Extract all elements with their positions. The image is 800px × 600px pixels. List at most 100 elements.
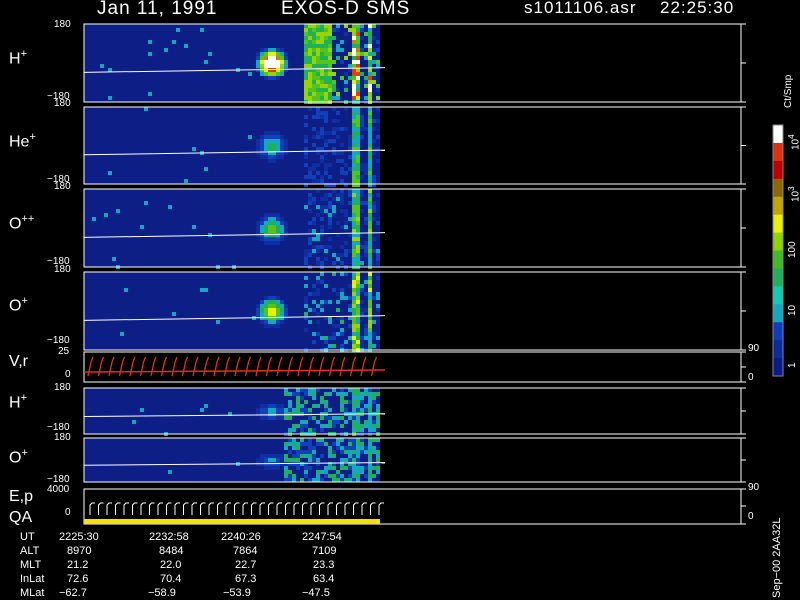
spectrogram-cell (320, 60, 324, 64)
spectrogram-cell (304, 296, 308, 300)
spectrogram-cell (356, 292, 360, 296)
spectrogram-cell (272, 48, 276, 52)
spectrogram-cell (320, 40, 324, 44)
velocity-sawtooth (286, 356, 294, 377)
spectrogram-cell (264, 296, 268, 300)
spectrogram-cell (356, 80, 360, 84)
spectrogram-cell (356, 241, 360, 245)
spectrogram-cell (356, 261, 360, 265)
spectrogram-cell (344, 272, 348, 276)
spectrogram-cell (324, 404, 328, 408)
spectrogram-cell (356, 229, 360, 233)
spectrogram-cell (312, 52, 316, 56)
spectrogram-cell (352, 300, 356, 304)
spectrogram-cell (316, 474, 320, 478)
ytick-top: 180 (54, 432, 71, 443)
spectrogram-cell (108, 96, 112, 100)
ephem-row-name: InLat (20, 573, 45, 585)
colorbar-segment (773, 358, 783, 377)
energy-step (115, 502, 121, 515)
spectrogram-cell (368, 276, 372, 280)
spectrogram-cell (276, 64, 280, 68)
spectrogram-cell (272, 412, 276, 416)
spectrogram-cell (356, 96, 360, 100)
spectrogram-cell (356, 249, 360, 253)
spectrogram-cell (368, 454, 372, 458)
spectrogram-cell (304, 328, 308, 332)
spectrogram-cell (336, 300, 340, 304)
spectrogram-cell (280, 416, 284, 420)
spectrogram-cell (284, 392, 288, 396)
spectrogram-cell (256, 52, 260, 56)
spectrogram-cell (368, 428, 372, 432)
spectrogram-cell (348, 64, 352, 68)
spectrogram-cell (328, 336, 332, 340)
spectrogram-cell (328, 344, 332, 348)
spectrogram-cell (276, 139, 280, 143)
spectrogram-cell (328, 221, 332, 225)
panel-label-h-plus: H+ (9, 48, 27, 68)
spectrogram-cell (316, 36, 320, 40)
spectrogram-cell (352, 478, 356, 482)
spectrogram-cell (332, 272, 336, 276)
spectrogram-cell (312, 404, 316, 408)
spectrogram-cell (268, 412, 272, 416)
ephem-cell: 22.0 (160, 559, 182, 571)
spectrogram-cell (332, 60, 336, 64)
spectrogram-cell (324, 143, 328, 147)
spectrogram-cell (376, 336, 380, 340)
spectrogram-cell (368, 446, 372, 450)
spectrogram-cell (288, 478, 292, 482)
spectrogram-cell (352, 60, 356, 64)
spectrogram-cell (372, 151, 376, 155)
colorbar-segment (773, 304, 783, 323)
spectrogram-cell (356, 115, 360, 119)
spectrogram-cell (324, 392, 328, 396)
spectrogram-cell (352, 201, 356, 205)
spectrogram-cell (372, 205, 376, 209)
spectrogram-cell (356, 56, 360, 60)
spectrogram-cell (256, 225, 260, 229)
spectrogram-cell (356, 404, 360, 408)
spectrogram-cell (336, 474, 340, 478)
spectrogram-cell (324, 300, 328, 304)
spectrogram-cell (328, 44, 332, 48)
spectrogram-cell (288, 458, 292, 462)
spectrogram-cell (348, 155, 352, 159)
spectrogram-cell (260, 72, 264, 76)
spectrogram-cell (364, 167, 368, 171)
spectrogram-cell (296, 400, 300, 404)
spectrogram-cell (276, 312, 280, 316)
spectrogram-cell (356, 396, 360, 400)
spectrogram-cell (324, 76, 328, 80)
spectrogram-cell (304, 72, 308, 76)
spectrogram-cell (376, 40, 380, 44)
spectrogram-cell (320, 197, 324, 201)
spectrogram-cell (368, 438, 372, 442)
ephem-cell: 7109 (312, 545, 337, 557)
spectrogram-cell (280, 404, 284, 408)
spectrogram-cell (356, 197, 360, 201)
spectrogram-cell (268, 131, 272, 135)
spectrogram-cell (320, 175, 324, 179)
spectrogram-cell (320, 336, 324, 340)
spectrogram-cell (276, 408, 280, 412)
spectrogram-cell (356, 155, 360, 159)
spectrogram-cell (356, 48, 360, 52)
spectrogram-cell (280, 320, 284, 324)
spectrogram-cell (284, 478, 288, 482)
spectrogram-cell (284, 474, 288, 478)
spectrogram-cell (268, 143, 272, 147)
spectrogram-cell (376, 416, 380, 420)
spectrogram-cell (192, 147, 196, 151)
spectrogram-cell (336, 159, 340, 163)
spectrogram-cell (340, 48, 344, 52)
spectrogram-cell (268, 466, 272, 470)
spectrogram-cell (280, 454, 284, 458)
spectrogram-cell (340, 416, 344, 420)
spectrogram-cell (324, 408, 328, 412)
spectrogram-cell (368, 450, 372, 454)
spectrogram-cell (324, 131, 328, 135)
spectrogram-cell (328, 92, 332, 96)
spectrogram-cell (308, 72, 312, 76)
